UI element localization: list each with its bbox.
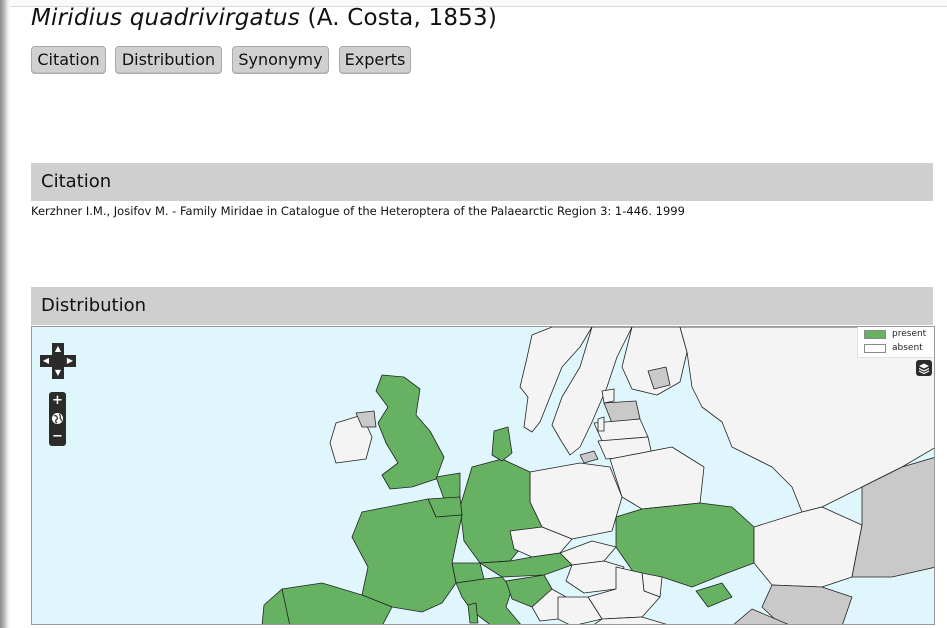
pan-right-icon[interactable]: ▶ [64, 355, 76, 367]
tab-experts[interactable]: Experts [339, 46, 411, 74]
region-france [351, 498, 463, 613]
region-crimea [695, 582, 733, 608]
species-authority: (A. Costa, 1853) [307, 5, 497, 31]
pan-center [52, 355, 64, 367]
citation-text: Kerzhner I.M., Josifov M. - Family Mirid… [31, 204, 685, 218]
region-corsica [467, 602, 479, 624]
region-netherlands [435, 472, 461, 500]
layers-icon[interactable] [916, 360, 932, 376]
region-denmark [491, 426, 513, 462]
distribution-map[interactable]: ▲ ◀ ▶ ▼ + − present absent [31, 326, 935, 625]
pan-up-icon[interactable]: ▲ [52, 343, 64, 355]
species-name: Miridius quadrivirgatus [31, 5, 300, 31]
legend-label-absent: absent [892, 343, 923, 353]
region-belarus [609, 446, 705, 510]
map-legend: present absent [857, 327, 934, 358]
pan-left-icon[interactable]: ◀ [40, 355, 52, 367]
zoom-out-button[interactable]: − [49, 428, 66, 445]
legend-swatch-absent [864, 344, 886, 353]
zoom-in-button[interactable]: + [49, 392, 66, 409]
region-russia-south [753, 506, 863, 588]
page-title: Miridius quadrivirgatus (A. Costa, 1853) [31, 5, 497, 31]
tab-citation[interactable]: Citation [31, 46, 106, 74]
region-baltic-isles [601, 388, 615, 404]
globe-icon[interactable] [49, 410, 66, 427]
zoom-control: + − [49, 392, 66, 446]
map-canvas[interactable] [32, 327, 935, 625]
distribution-heading: Distribution [31, 287, 933, 325]
tab-distribution[interactable]: Distribution [115, 46, 222, 74]
legend-label-present: present [892, 329, 927, 339]
citation-heading: Citation [31, 163, 933, 201]
window-left-edge [0, 0, 10, 628]
tab-synonymy[interactable]: Synonymy [232, 46, 329, 74]
pan-down-icon[interactable]: ▼ [52, 367, 64, 379]
region-kaliningrad [579, 450, 599, 464]
region-hungary [565, 560, 625, 594]
pan-control: ▲ ◀ ▶ ▼ [40, 343, 76, 379]
region-great-britain [375, 374, 445, 490]
legend-swatch-present [864, 330, 886, 339]
region-gotland [597, 416, 605, 432]
